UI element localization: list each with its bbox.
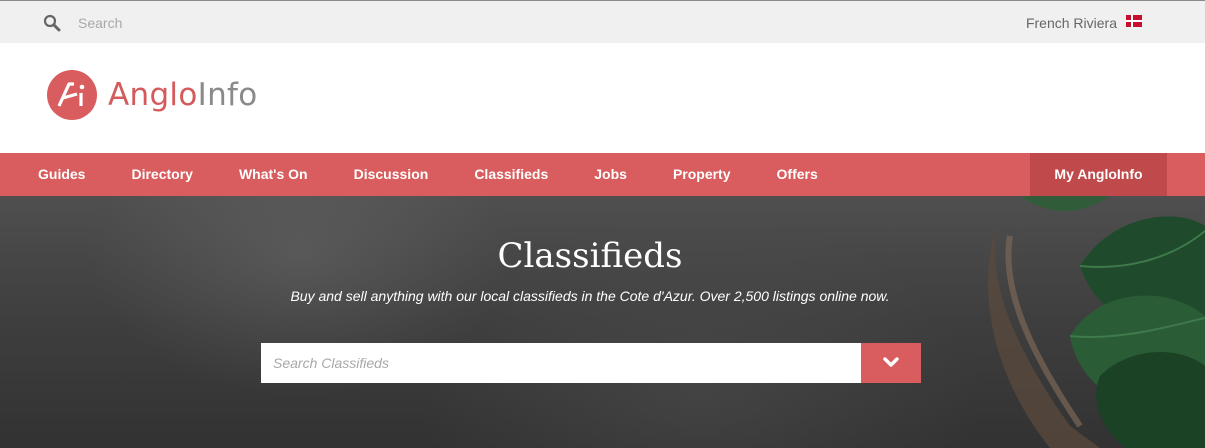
main-nav: Guides Directory What's On Discussion Cl… (0, 153, 1205, 196)
classifieds-search-dropdown-button[interactable] (861, 343, 921, 383)
page-title: Classifieds (497, 236, 683, 276)
region-selector[interactable]: French Riviera (1026, 15, 1117, 31)
site-header: AngloInfo (0, 43, 1205, 153)
site-search-input[interactable] (70, 10, 470, 36)
angloinfo-logo[interactable]: AngloInfo (46, 69, 258, 121)
nav-item-offers[interactable]: Offers (754, 153, 841, 196)
classifieds-search-input[interactable] (261, 343, 861, 383)
nav-item-guides[interactable]: Guides (0, 153, 108, 196)
nav-item-discussion[interactable]: Discussion (331, 153, 452, 196)
plant-decoration-image (988, 196, 1205, 448)
denmark-flag-icon[interactable] (1126, 15, 1142, 27)
my-angloinfo-button[interactable]: My AngloInfo (1030, 153, 1167, 196)
hero-banner: Classifieds Buy and sell anything with o… (0, 196, 1205, 448)
nav-item-directory[interactable]: Directory (108, 153, 215, 196)
search-icon[interactable] (43, 14, 61, 32)
nav-item-property[interactable]: Property (650, 153, 754, 196)
logo-text-anglo: Anglo (108, 77, 198, 113)
logo-text: AngloInfo (108, 77, 258, 113)
nav-item-whats-on[interactable]: What's On (216, 153, 331, 196)
page-subtitle: Buy and sell anything with our local cla… (290, 288, 890, 304)
top-utility-bar: French Riviera (0, 0, 1205, 43)
nav-item-classifieds[interactable]: Classifieds (451, 153, 571, 196)
angloinfo-logo-icon (47, 70, 97, 120)
logo-text-info: Info (197, 77, 258, 113)
nav-item-jobs[interactable]: Jobs (571, 153, 650, 196)
chevron-down-icon (883, 357, 899, 367)
